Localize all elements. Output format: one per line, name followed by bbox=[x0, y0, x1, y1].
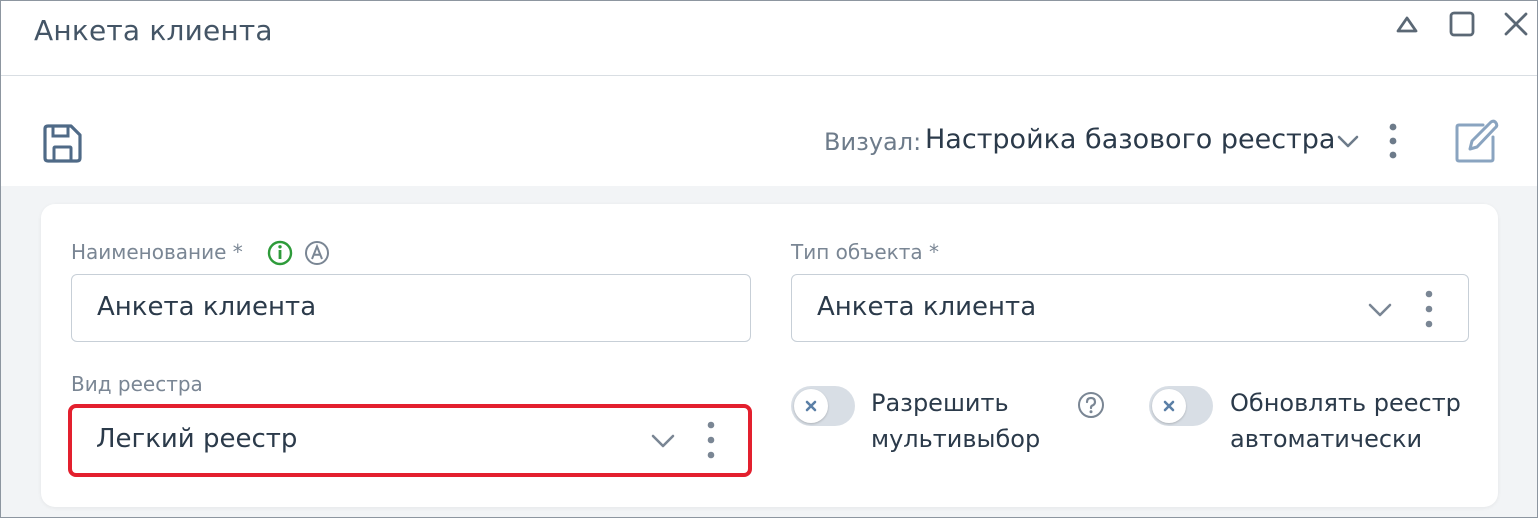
more-icon[interactable] bbox=[1380, 122, 1406, 160]
letter-a-icon[interactable] bbox=[304, 240, 330, 266]
dialog-window: Анкета клиента Визуал: Настройка базовог… bbox=[0, 0, 1538, 518]
chevron-down-icon[interactable] bbox=[1366, 295, 1394, 323]
save-icon[interactable] bbox=[39, 121, 85, 167]
registry-type-label: Вид реестра bbox=[71, 372, 203, 396]
auto-update-label-line2: автоматически bbox=[1230, 425, 1423, 453]
title-bar: Анкета клиента bbox=[1, 1, 1537, 76]
more-icon[interactable] bbox=[1419, 289, 1439, 329]
collapse-icon[interactable] bbox=[1392, 9, 1422, 39]
object-type-select[interactable]: Анкета клиента bbox=[791, 274, 1469, 342]
maximize-icon[interactable] bbox=[1447, 9, 1477, 39]
question-icon[interactable] bbox=[1077, 391, 1105, 419]
visual-select[interactable]: Настройка базового реестра bbox=[925, 124, 1335, 155]
close-icon[interactable] bbox=[1501, 9, 1531, 39]
toggle-knob bbox=[794, 389, 828, 423]
multiselect-label-line2: мультивыбор bbox=[871, 425, 1041, 453]
edit-icon[interactable] bbox=[1453, 119, 1499, 165]
name-label: Наименование * bbox=[71, 240, 243, 264]
highlight-frame bbox=[68, 404, 752, 477]
x-icon bbox=[1163, 400, 1175, 412]
object-type-value: Анкета клиента bbox=[817, 292, 1037, 322]
name-input-value: Анкета клиента bbox=[97, 292, 317, 322]
toggle-knob bbox=[1152, 389, 1186, 423]
window-title: Анкета клиента bbox=[34, 14, 273, 47]
multiselect-label-line1: Разрешить bbox=[871, 389, 1009, 417]
object-type-label: Тип объекта * bbox=[791, 240, 939, 264]
chevron-down-icon[interactable] bbox=[1335, 128, 1361, 154]
auto-update-toggle[interactable] bbox=[1149, 386, 1213, 426]
x-icon bbox=[805, 400, 817, 412]
toolbar: Визуал: Настройка базового реестра bbox=[1, 76, 1537, 186]
info-icon[interactable] bbox=[267, 240, 293, 266]
name-input[interactable]: Анкета клиента bbox=[71, 274, 751, 342]
visual-label: Визуал: bbox=[824, 128, 922, 156]
auto-update-label-line1: Обновлять реестр bbox=[1230, 389, 1461, 417]
multiselect-toggle[interactable] bbox=[791, 386, 855, 426]
